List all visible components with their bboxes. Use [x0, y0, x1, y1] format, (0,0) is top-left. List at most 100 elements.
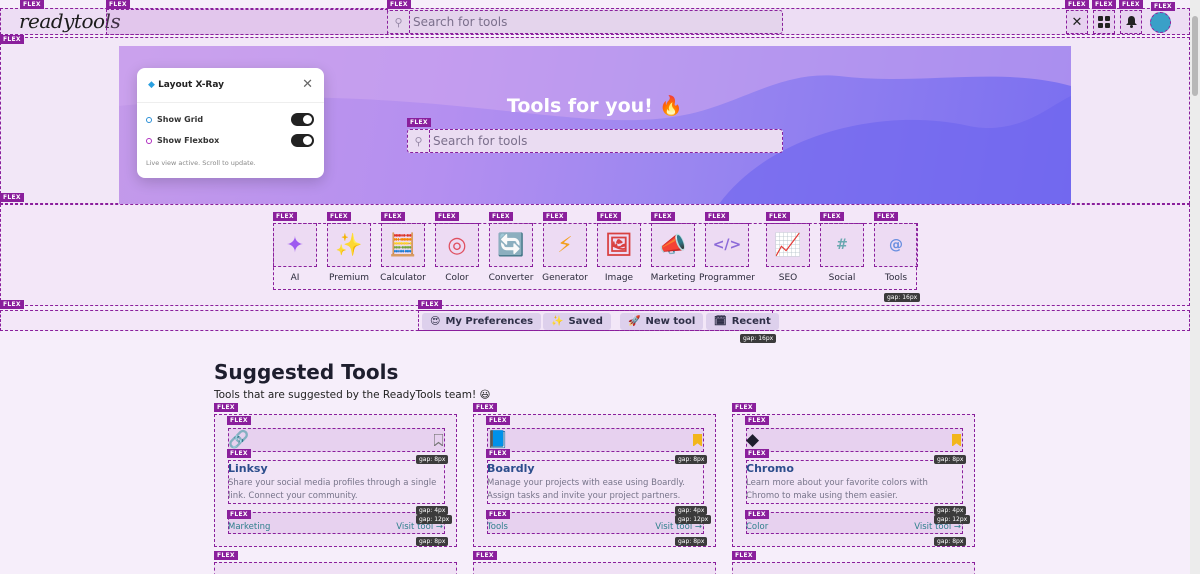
divider — [137, 102, 324, 103]
category-ai[interactable]: ✦ — [273, 223, 317, 267]
apps-icon[interactable] — [1093, 10, 1115, 34]
recent-button[interactable]: 🗓 Recent — [706, 313, 779, 330]
grid-dot-icon — [146, 116, 152, 123]
flex-tag: FLEX — [0, 35, 24, 44]
gap-label: gap: 8px — [934, 537, 967, 546]
tool-card[interactable]: 🔗 Linksy Share your social media profiles … — [214, 414, 457, 547]
flex-tag: FLEX — [1151, 2, 1175, 11]
category-label: Programmer — [699, 273, 755, 283]
category-image[interactable]: 🖼 — [597, 223, 641, 267]
xray-panel: ◆ Layout X-Ray ✕ Show Grid Show Flexbox … — [137, 68, 324, 178]
category-seo[interactable]: 📈 — [766, 223, 810, 267]
generator-icon: ⚡ — [557, 232, 573, 258]
bookmark-icon[interactable] — [952, 434, 961, 446]
diamond-icon: ◆ — [148, 80, 155, 90]
category-converter[interactable]: 🔄 — [489, 223, 533, 267]
search-placeholder: Search for tools — [413, 15, 508, 29]
chromo-icon: ◆ — [746, 430, 760, 450]
programmer-icon: </> — [712, 237, 742, 253]
marketing-icon: 📣 — [659, 232, 687, 258]
flex-tag: FLEX — [745, 416, 769, 425]
bookmark-icon[interactable] — [434, 434, 443, 446]
logo-spacer — [106, 9, 388, 35]
hero-search-input[interactable]: ⚲ Search for tools — [407, 129, 783, 153]
board-icon: 📘 — [487, 430, 509, 450]
gap-label: gap: 8px — [675, 455, 708, 464]
gap-label: gap: 8px — [675, 537, 708, 546]
flex-tag: FLEX — [597, 212, 621, 221]
card-title[interactable]: Chromo — [746, 462, 794, 475]
scrollbar[interactable] — [1190, 0, 1200, 574]
rocket-icon: 🚀 — [628, 316, 641, 327]
category-label: Tools — [884, 273, 908, 283]
converter-icon: 🔄 — [497, 232, 525, 258]
gap-label: gap: 12px — [675, 515, 712, 524]
flex-tag: FLEX — [651, 212, 675, 221]
gap-label: gap: 16px — [884, 293, 921, 302]
tool-card[interactable]: ◆ Chromo Learn more about your favorite co… — [732, 414, 975, 547]
calendar-icon: 🗓 — [714, 316, 727, 327]
flex-tag: FLEX — [486, 510, 510, 519]
preferences-button[interactable]: 😍 My Preferences — [422, 313, 542, 330]
tool-card[interactable] — [732, 562, 975, 574]
scrollbar-thumb[interactable] — [1192, 16, 1198, 96]
flex-tag: FLEX — [745, 510, 769, 519]
tools-icon: @ — [889, 237, 903, 253]
gap-label: gap: 8px — [416, 455, 449, 464]
flex-tag: FLEX — [473, 551, 497, 560]
flex-tag: FLEX — [705, 212, 729, 221]
show-grid-row: Show Grid — [146, 115, 203, 124]
ai-icon: ✦ — [285, 232, 305, 258]
social-icon: # — [836, 237, 848, 253]
bookmark-icon[interactable] — [693, 434, 702, 446]
flex-tag: FLEX — [486, 449, 510, 458]
flex-tag: FLEX — [0, 300, 24, 309]
category-premium[interactable]: ✨ — [327, 223, 371, 267]
category-calculator[interactable]: 🧮 — [381, 223, 425, 267]
new-tool-button[interactable]: 🚀 New tool — [620, 313, 704, 330]
tools-icon[interactable]: ✕ — [1066, 10, 1088, 34]
seo-icon: 📈 — [774, 232, 802, 258]
flex-tag: FLEX — [20, 0, 44, 9]
show-grid-toggle[interactable] — [291, 113, 314, 126]
sparkles-icon: ✨ — [551, 316, 564, 327]
gap-label: gap: 8px — [934, 455, 967, 464]
card-category[interactable]: Marketing — [228, 522, 270, 532]
category-color[interactable]: ◎ — [435, 223, 479, 267]
category-social[interactable]: # — [820, 223, 864, 267]
xray-title: ◆ Layout X-Ray — [148, 80, 225, 90]
flex-tag: FLEX — [227, 416, 251, 425]
image-icon: 🖼 — [605, 232, 633, 258]
flex-tag: FLEX — [486, 416, 510, 425]
card-category[interactable]: Color — [746, 522, 768, 532]
tool-card[interactable] — [473, 562, 716, 574]
card-category[interactable]: Tools — [487, 522, 508, 532]
close-icon[interactable]: ✕ — [302, 77, 313, 92]
bell-icon[interactable] — [1120, 10, 1142, 34]
flex-tag: FLEX — [214, 551, 238, 560]
heart-eyes-icon: 😍 — [430, 316, 441, 327]
flex-tag: FLEX — [214, 403, 238, 412]
avatar[interactable] — [1150, 12, 1171, 33]
flex-tag: FLEX — [874, 212, 898, 221]
flex-tag: FLEX — [381, 212, 405, 221]
flex-tag: FLEX — [418, 300, 442, 309]
show-flexbox-toggle[interactable] — [291, 134, 314, 147]
card-title[interactable]: Boardly — [487, 462, 535, 475]
header-search-input[interactable]: ⚲ Search for tools — [387, 10, 783, 34]
category-programmer[interactable]: </> — [705, 223, 749, 267]
tool-card[interactable]: 📘 Boardly Manage your projects with ease u… — [473, 414, 716, 547]
card-title[interactable]: Linksy — [228, 462, 268, 475]
tool-card[interactable] — [214, 562, 457, 574]
search-icon: ⚲ — [408, 130, 430, 152]
gap-label: gap: 12px — [934, 515, 971, 524]
flex-tag: FLEX — [407, 118, 431, 127]
flex-tag: FLEX — [745, 449, 769, 458]
category-tools[interactable]: @ — [874, 223, 918, 267]
saved-button[interactable]: ✨ Saved — [543, 313, 611, 330]
search-icon: ⚲ — [388, 11, 410, 33]
category-generator[interactable]: ⚡ — [543, 223, 587, 267]
category-marketing[interactable]: 📣 — [651, 223, 695, 267]
flex-tag: FLEX — [273, 212, 297, 221]
xray-footer: Live view active. Scroll to update. — [146, 159, 256, 167]
